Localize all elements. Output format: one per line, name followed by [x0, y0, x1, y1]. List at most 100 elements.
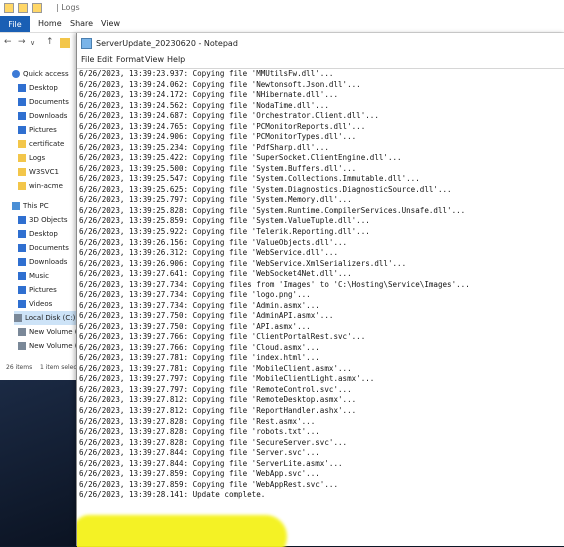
desktop-background	[0, 380, 76, 546]
log-line: 6/26/2023, 13:39:25.500: Copying file 'S…	[79, 163, 357, 173]
log-line: 6/26/2023, 13:39:27.750: Copying file 'A…	[79, 311, 334, 321]
nav-item-desktop[interactable]: Desktop	[18, 81, 58, 95]
new-folder-icon[interactable]	[18, 3, 28, 13]
nav-item-3d-objects[interactable]: 3D Objects	[18, 213, 68, 227]
menu-help[interactable]: Help	[167, 55, 185, 64]
log-line: 6/26/2023, 13:39:27.797: Copying file 'R…	[79, 384, 352, 394]
navigation-buttons: ← → ∨ ↑	[0, 33, 76, 53]
up-arrow-icon[interactable]: ↑	[46, 37, 54, 47]
nav-item-win-acme[interactable]: win-acme	[18, 179, 63, 193]
nav-item-videos[interactable]: Videos	[18, 297, 52, 311]
folder-icon	[18, 154, 26, 162]
tab-view[interactable]: View	[101, 19, 120, 28]
nav-item-downloads[interactable]: Downloads	[18, 109, 67, 123]
nav-label: Downloads	[29, 258, 68, 266]
explorer-status-bar: 26 items 1 item selec	[0, 362, 77, 374]
desktop-icon	[18, 230, 26, 238]
nav-label: Logs	[29, 154, 46, 162]
computer-icon	[12, 202, 20, 210]
nav-label: Pictures	[29, 126, 57, 134]
log-line: 6/26/2023, 13:39:25.828: Copying file 'S…	[79, 205, 466, 215]
tab-file[interactable]: File	[0, 16, 30, 32]
nav-item-pictures[interactable]: Pictures	[18, 123, 57, 137]
nav-item-pc-desktop[interactable]: Desktop	[18, 227, 58, 241]
explorer-title-bar: | Logs	[0, 0, 564, 16]
log-line: 6/26/2023, 13:39:24.062: Copying file 'N…	[79, 79, 361, 89]
log-line: 6/26/2023, 13:39:25.625: Copying file 'S…	[79, 184, 452, 194]
log-line: 6/26/2023, 13:39:24.906: Copying file 'P…	[79, 132, 357, 142]
log-line: 6/26/2023, 13:39:27.844: Copying file 'S…	[79, 448, 320, 458]
nav-item-pc-documents[interactable]: Documents	[18, 241, 69, 255]
menu-format[interactable]: Format	[116, 55, 144, 64]
nav-label: certificate	[29, 140, 65, 148]
log-line: 6/26/2023, 13:39:24.562: Copying file 'N…	[79, 100, 329, 110]
log-line: 6/26/2023, 13:39:27.641: Copying file 'W…	[79, 269, 352, 279]
nav-item-logs[interactable]: Logs	[18, 151, 45, 165]
nav-item-pc-downloads[interactable]: Downloads	[18, 255, 67, 269]
forward-arrow-icon[interactable]: →	[18, 37, 26, 47]
log-line: 6/26/2023, 13:39:28.141: Update complete…	[79, 490, 266, 500]
explorer-title: | Logs	[56, 3, 80, 12]
tab-share[interactable]: Share	[70, 19, 93, 28]
nav-item-music[interactable]: Music	[18, 269, 49, 283]
nav-quick-access[interactable]: Quick access	[12, 67, 69, 81]
nav-label: This PC	[23, 202, 49, 210]
nav-item-pc-pictures[interactable]: Pictures	[18, 283, 57, 297]
quick-access-toolbar	[4, 3, 42, 13]
star-icon	[12, 70, 20, 78]
notepad-window: ServerUpdate_20230620 - Notepad File Edi…	[76, 33, 564, 547]
desktop-icon	[18, 84, 26, 92]
drive-icon	[18, 328, 26, 336]
log-line: 6/26/2023, 13:39:26.156: Copying file 'V…	[79, 237, 348, 247]
nav-label: W3SVC1	[29, 168, 59, 176]
menu-view[interactable]: View	[145, 55, 164, 64]
log-line: 6/26/2023, 13:39:27.750: Copying file 'A…	[79, 321, 311, 331]
back-arrow-icon[interactable]: ←	[4, 37, 12, 47]
log-line: 6/26/2023, 13:39:27.859: Copying file 'W…	[79, 469, 320, 479]
nav-label: Documents	[29, 98, 69, 106]
nav-item-documents[interactable]: Documents	[18, 95, 69, 109]
nav-this-pc[interactable]: This PC	[12, 199, 49, 213]
log-line: 6/26/2023, 13:39:25.922: Copying file 'T…	[79, 226, 370, 236]
music-icon	[18, 272, 26, 280]
log-line: 6/26/2023, 13:39:27.812: Copying file 'R…	[79, 395, 357, 405]
properties-icon[interactable]	[4, 3, 14, 13]
yellow-highlight-mark	[77, 515, 287, 547]
cube-icon	[18, 216, 26, 224]
nav-item-certificate[interactable]: certificate	[18, 137, 64, 151]
documents-icon	[18, 244, 26, 252]
chevron-down-icon[interactable]: ∨	[30, 39, 35, 47]
documents-icon	[18, 98, 26, 106]
drive-icon	[14, 314, 22, 322]
folder-icon[interactable]	[32, 3, 42, 13]
nav-label: Quick access	[23, 70, 69, 78]
log-line: 6/26/2023, 13:39:25.422: Copying file 'S…	[79, 153, 402, 163]
pictures-icon	[18, 126, 26, 134]
log-line: 6/26/2023, 13:39:24.765: Copying file 'P…	[79, 121, 366, 131]
log-line: 6/26/2023, 13:39:26.312: Copying file 'W…	[79, 248, 338, 258]
log-line: 6/26/2023, 13:39:27.766: Copying file 'C…	[79, 332, 366, 342]
downloads-icon	[18, 112, 26, 120]
folder-icon	[18, 168, 26, 176]
tab-home[interactable]: Home	[38, 19, 62, 28]
videos-icon	[18, 300, 26, 308]
log-line: 6/26/2023, 13:39:25.859: Copying file 'S…	[79, 216, 370, 226]
log-line: 6/26/2023, 13:39:25.234: Copying file 'P…	[79, 142, 329, 152]
log-line: 6/26/2023, 13:39:27.828: Copying file 'S…	[79, 437, 348, 447]
menu-file[interactable]: File	[81, 55, 94, 64]
downloads-icon	[18, 258, 26, 266]
notepad-title: ServerUpdate_20230620 - Notepad	[96, 38, 238, 48]
log-line: 6/26/2023, 13:39:27.734: Copying files f…	[79, 279, 470, 289]
log-line: 6/26/2023, 13:39:27.734: Copying file 'A…	[79, 300, 320, 310]
log-line: 6/26/2023, 13:39:27.734: Copying file 'l…	[79, 290, 311, 300]
nav-label: Pictures	[29, 286, 57, 294]
menu-edit[interactable]: Edit	[97, 55, 113, 64]
notepad-icon	[81, 37, 92, 49]
nav-label: Videos	[29, 300, 53, 308]
nav-label: Desktop	[29, 230, 58, 238]
notepad-text-area[interactable]: 6/26/2023, 13:39:23.937: Copying file 'M…	[77, 68, 564, 547]
log-line: 6/26/2023, 13:39:25.547: Copying file 'S…	[79, 174, 420, 184]
nav-item-local-disk-c[interactable]: Local Disk (C:)	[14, 311, 76, 325]
nav-label: Documents	[29, 244, 69, 252]
nav-item-w3svc1[interactable]: W3SVC1	[18, 165, 59, 179]
